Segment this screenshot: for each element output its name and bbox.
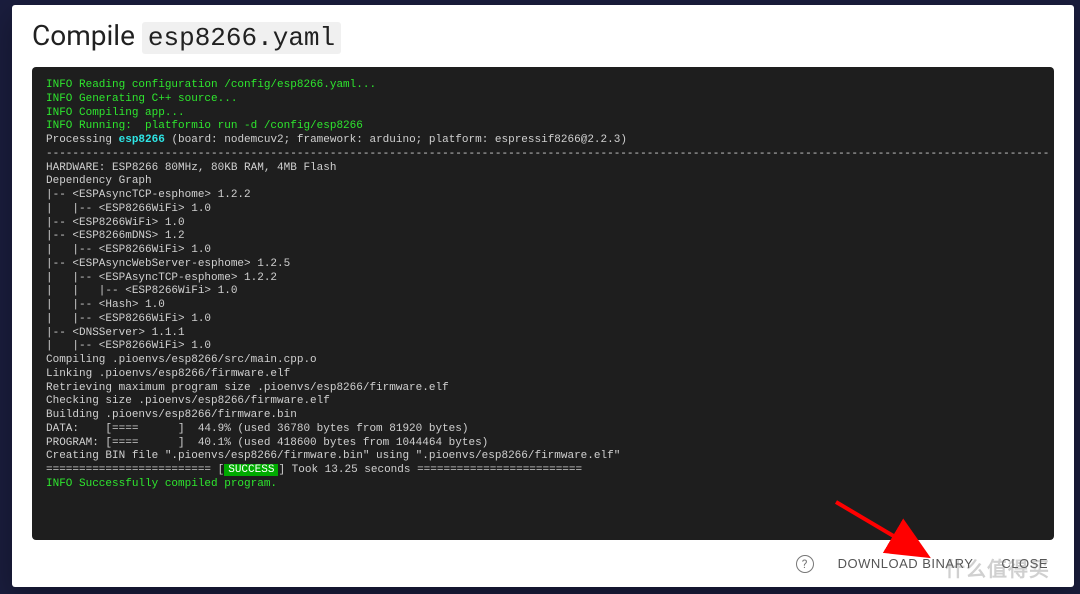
log-line: Checking size .pioenvs/esp8266/firmware.…	[46, 395, 330, 407]
log-line: Compiling .pioenvs/esp8266/src/main.cpp.…	[46, 354, 317, 366]
download-binary-button[interactable]: DOWNLOAD BINARY	[834, 550, 978, 577]
log-line: INFO Generating C++ source...	[46, 93, 237, 105]
log-line: Linking .pioenvs/esp8266/firmware.elf	[46, 368, 290, 380]
log-line: |-- <ESPAsyncTCP-esphome> 1.2.2	[46, 189, 251, 201]
log-line: | |-- <ESP8266WiFi> 1.0	[46, 313, 211, 325]
log-line: HARDWARE: ESP8266 80MHz, 80KB RAM, 4MB F…	[46, 162, 336, 174]
log-line: | |-- <Hash> 1.0	[46, 299, 165, 311]
log-line: Retrieving maximum program size .pioenvs…	[46, 382, 449, 394]
log-line: INFO Successfully compiled program.	[46, 478, 277, 490]
log-line: DATA: [==== ] 44.9% (used 36780 bytes fr…	[46, 423, 468, 435]
log-line: | |-- <ESP8266WiFi> 1.0	[46, 340, 211, 352]
log-line: | |-- <ESPAsyncTCP-esphome> 1.2.2	[46, 272, 277, 284]
close-button[interactable]: CLOSE	[997, 550, 1052, 577]
modal-footer: ? DOWNLOAD BINARY CLOSE	[12, 540, 1074, 587]
page-title: Compile esp8266.yaml	[32, 19, 1054, 53]
modal-header: Compile esp8266.yaml	[12, 5, 1074, 63]
log-line: | |-- <ESP8266WiFi> 1.0	[46, 203, 211, 215]
title-prefix: Compile	[32, 19, 142, 52]
log-line: PROGRAM: [==== ] 40.1% (used 418600 byte…	[46, 437, 488, 449]
log-line: Building .pioenvs/esp8266/firmware.bin	[46, 409, 297, 421]
log-separator: ----------------------------------------…	[46, 148, 1049, 160]
log-line: | | |-- <ESP8266WiFi> 1.0	[46, 285, 237, 297]
log-line: Processing esp8266 (board: nodemcuv2; fr…	[46, 134, 627, 146]
processing-target: esp8266	[119, 134, 165, 146]
success-badge: SUCCESS	[224, 464, 278, 476]
log-line: INFO Compiling app...	[46, 107, 185, 119]
title-filename: esp8266.yaml	[142, 22, 341, 54]
log-line: |-- <DNSServer> 1.1.1	[46, 327, 185, 339]
compile-log-terminal: INFO Reading configuration /config/esp82…	[32, 67, 1054, 540]
compile-modal: Compile esp8266.yaml INFO Reading config…	[12, 5, 1074, 587]
log-line: Dependency Graph	[46, 175, 152, 187]
log-line: | |-- <ESP8266WiFi> 1.0	[46, 244, 211, 256]
log-line: |-- <ESP8266mDNS> 1.2	[46, 230, 185, 242]
log-line: |-- <ESPAsyncWebServer-esphome> 1.2.5	[46, 258, 290, 270]
help-icon[interactable]: ?	[796, 555, 814, 573]
log-line: ========================= [SUCCESS] Took…	[46, 464, 582, 476]
log-line: INFO Running: platformio run -d /config/…	[46, 120, 363, 132]
log-line: |-- <ESP8266WiFi> 1.0	[46, 217, 185, 229]
log-line: Creating BIN file ".pioenvs/esp8266/firm…	[46, 450, 620, 462]
log-line: INFO Reading configuration /config/esp82…	[46, 79, 376, 91]
